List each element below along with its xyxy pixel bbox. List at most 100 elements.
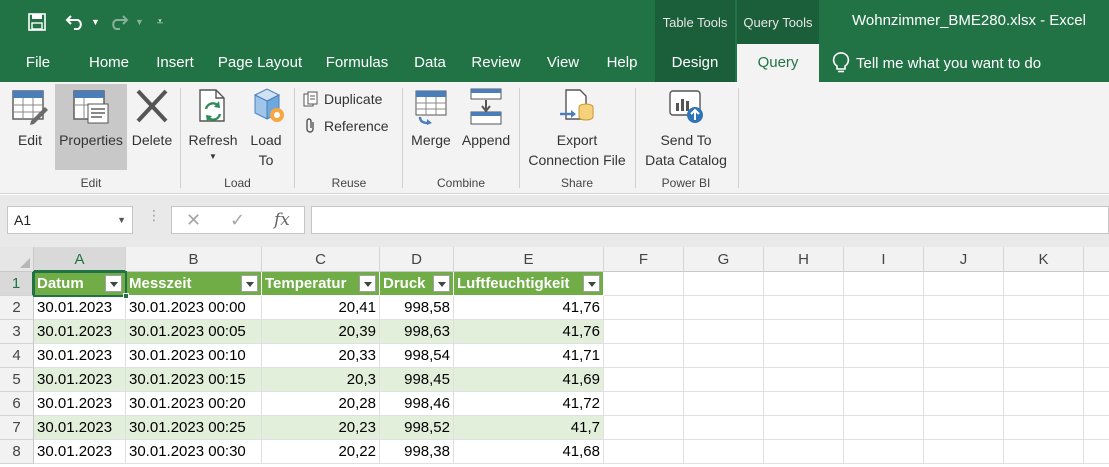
- append-button[interactable]: Append: [457, 84, 515, 170]
- filter-dropdown-icon[interactable]: [241, 275, 258, 292]
- table-cell[interactable]: 30.01.2023: [34, 296, 126, 320]
- column-header-f[interactable]: F: [604, 247, 684, 272]
- tab-data[interactable]: Data: [406, 44, 454, 82]
- empty-cell[interactable]: [924, 368, 1004, 392]
- empty-cell[interactable]: [1084, 440, 1109, 464]
- table-cell[interactable]: 20,22: [262, 440, 380, 464]
- table-cell[interactable]: 20,28: [262, 392, 380, 416]
- empty-cell[interactable]: [1004, 440, 1084, 464]
- table-cell[interactable]: 20,3: [262, 368, 380, 392]
- column-header-i[interactable]: I: [844, 247, 924, 272]
- empty-cell[interactable]: [1084, 296, 1109, 320]
- table-cell[interactable]: 20,39: [262, 320, 380, 344]
- table-cell[interactable]: 20,23: [262, 416, 380, 440]
- empty-cell[interactable]: [844, 416, 924, 440]
- empty-cell[interactable]: [684, 416, 764, 440]
- empty-cell[interactable]: [684, 320, 764, 344]
- empty-cell[interactable]: [1084, 368, 1109, 392]
- row-header-8[interactable]: 8: [0, 440, 34, 464]
- empty-cell[interactable]: [764, 416, 844, 440]
- tab-review[interactable]: Review: [464, 44, 528, 82]
- empty-cell[interactable]: [924, 440, 1004, 464]
- table-cell[interactable]: 30.01.2023: [34, 320, 126, 344]
- row-header-5[interactable]: 5: [0, 368, 34, 392]
- empty-cell[interactable]: [684, 440, 764, 464]
- customize-qat-icon[interactable]: ⩡: [152, 8, 168, 36]
- empty-cell[interactable]: [844, 344, 924, 368]
- table-cell[interactable]: 41,76: [454, 296, 604, 320]
- empty-cell[interactable]: [924, 320, 1004, 344]
- table-cell[interactable]: 30.01.2023: [34, 368, 126, 392]
- table-header-temperatur[interactable]: Temperatur: [262, 272, 380, 296]
- empty-cell[interactable]: [924, 272, 1004, 296]
- merge-button[interactable]: Merge: [406, 84, 456, 170]
- tab-formulas[interactable]: Formulas: [318, 44, 396, 82]
- empty-cell[interactable]: [764, 296, 844, 320]
- table-cell[interactable]: 30.01.2023 00:10: [126, 344, 262, 368]
- save-icon[interactable]: [24, 8, 50, 36]
- empty-cell[interactable]: [1004, 416, 1084, 440]
- table-cell[interactable]: 998,46: [380, 392, 454, 416]
- column-header-h[interactable]: H: [764, 247, 844, 272]
- empty-cell[interactable]: [844, 368, 924, 392]
- tab-view[interactable]: View: [538, 44, 588, 82]
- table-cell[interactable]: 30.01.2023 00:00: [126, 296, 262, 320]
- filter-dropdown-icon[interactable]: [433, 275, 450, 292]
- empty-cell[interactable]: [684, 368, 764, 392]
- redo-icon[interactable]: [106, 8, 132, 36]
- empty-cell[interactable]: [924, 416, 1004, 440]
- name-box[interactable]: A1 ▼: [7, 206, 133, 234]
- empty-cell[interactable]: [844, 392, 924, 416]
- table-cell[interactable]: 998,58: [380, 296, 454, 320]
- cancel-entry-icon[interactable]: ✕: [186, 210, 201, 231]
- empty-cell[interactable]: [1084, 416, 1109, 440]
- empty-cell[interactable]: [764, 368, 844, 392]
- table-header-datum[interactable]: Datum: [34, 272, 126, 296]
- enter-entry-icon[interactable]: ✓: [230, 210, 245, 231]
- table-cell[interactable]: 30.01.2023: [34, 416, 126, 440]
- empty-cell[interactable]: [604, 440, 684, 464]
- table-cell[interactable]: 30.01.2023: [34, 440, 126, 464]
- table-cell[interactable]: 998,38: [380, 440, 454, 464]
- column-header-e[interactable]: E: [454, 247, 604, 272]
- table-cell[interactable]: 41,76: [454, 320, 604, 344]
- table-cell[interactable]: 41,69: [454, 368, 604, 392]
- empty-cell[interactable]: [1004, 320, 1084, 344]
- table-cell[interactable]: 41,68: [454, 440, 604, 464]
- reference-button[interactable]: Reference: [302, 115, 389, 137]
- table-cell[interactable]: 30.01.2023 00:05: [126, 320, 262, 344]
- empty-cell[interactable]: [844, 320, 924, 344]
- empty-cell[interactable]: [764, 344, 844, 368]
- row-header-2[interactable]: 2: [0, 296, 34, 320]
- empty-cell[interactable]: [764, 272, 844, 296]
- load-to-button[interactable]: Load To: [243, 84, 289, 170]
- table-cell[interactable]: 41,72: [454, 392, 604, 416]
- empty-cell[interactable]: [764, 440, 844, 464]
- table-cell[interactable]: 998,63: [380, 320, 454, 344]
- empty-cell[interactable]: [844, 272, 924, 296]
- column-header-d[interactable]: D: [380, 247, 454, 272]
- insert-function-icon[interactable]: fx: [274, 210, 290, 230]
- table-cell[interactable]: 20,33: [262, 344, 380, 368]
- table-cell[interactable]: 30.01.2023 00:15: [126, 368, 262, 392]
- delete-query-button[interactable]: Delete: [128, 84, 176, 170]
- export-connection-file-button[interactable]: Export Connection File: [522, 84, 632, 170]
- empty-cell[interactable]: [1084, 392, 1109, 416]
- empty-cell[interactable]: [924, 392, 1004, 416]
- empty-cell[interactable]: [1084, 344, 1109, 368]
- formula-input[interactable]: [311, 206, 1109, 234]
- table-cell[interactable]: 20,41: [262, 296, 380, 320]
- select-all-button[interactable]: [0, 247, 34, 272]
- empty-cell[interactable]: [604, 344, 684, 368]
- undo-icon[interactable]: [62, 8, 88, 36]
- table-cell[interactable]: 41,7: [454, 416, 604, 440]
- empty-cell[interactable]: [1004, 368, 1084, 392]
- empty-cell[interactable]: [1004, 296, 1084, 320]
- tab-query[interactable]: Query: [737, 44, 819, 82]
- empty-cell[interactable]: [1004, 272, 1084, 296]
- empty-cell[interactable]: [924, 344, 1004, 368]
- column-header-j[interactable]: J: [924, 247, 1004, 272]
- column-header-l[interactable]: [1084, 247, 1109, 272]
- table-header-druck[interactable]: Druck: [380, 272, 454, 296]
- column-header-g[interactable]: G: [684, 247, 764, 272]
